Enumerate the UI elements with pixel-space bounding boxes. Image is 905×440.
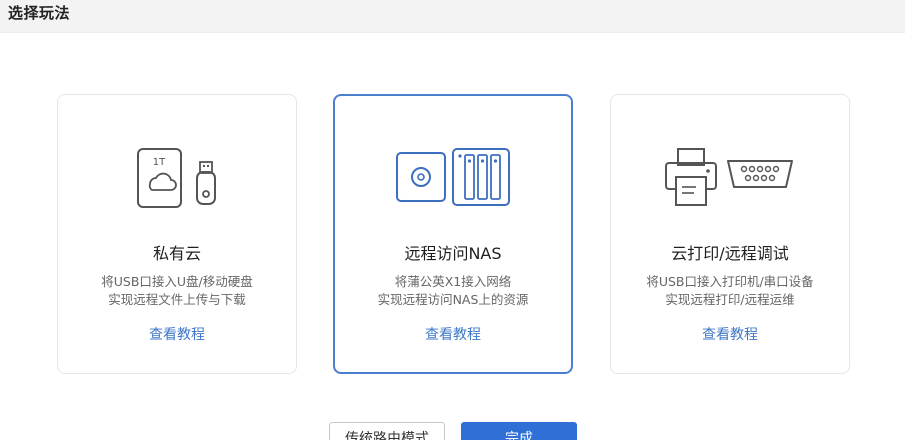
card-description-line: 实现远程文件上传与下载 [108, 292, 246, 307]
card-title: 远程访问NAS [404, 244, 502, 263]
page-title: 选择玩法 [8, 4, 71, 22]
card-cloud-print[interactable]: 云打印/远程调试 将USB口接入打印机/串口设备 实现远程打印/远程运维 查看教… [610, 94, 850, 374]
card-title: 云打印/远程调试 [671, 244, 789, 263]
finish-button[interactable]: 完成 [461, 422, 577, 440]
cloud-storage-usb-icon: 1T [58, 145, 296, 211]
card-description-line: 将蒲公英X1接入网络 [394, 274, 512, 289]
traditional-router-mode-button[interactable]: 传统路由模式 [329, 422, 445, 440]
top-bar: 选择玩法 [0, 0, 905, 33]
card-private-cloud[interactable]: 1T 私有云 将USB口接入U盘/移动硬盘 实现远程文件上传与下载 查看教程 [57, 94, 297, 374]
card-remote-nas[interactable]: 远程访问NAS 将蒲公英X1接入网络 实现远程访问NAS上的资源 查看教程 [333, 94, 573, 374]
view-tutorial-link[interactable]: 查看教程 [335, 324, 571, 344]
capacity-label: 1T [153, 157, 166, 168]
card-description-line: 实现远程访问NAS上的资源 [377, 292, 529, 307]
card-title: 私有云 [152, 244, 201, 263]
card-description-line: 实现远程打印/远程运维 [665, 292, 795, 307]
view-tutorial-link[interactable]: 查看教程 [58, 324, 296, 344]
printer-serial-icon [611, 145, 849, 211]
view-tutorial-link[interactable]: 查看教程 [611, 324, 849, 344]
nas-icon [335, 145, 571, 211]
card-description-line: 将USB口接入打印机/串口设备 [646, 274, 814, 289]
card-description-line: 将USB口接入U盘/移动硬盘 [101, 274, 253, 289]
